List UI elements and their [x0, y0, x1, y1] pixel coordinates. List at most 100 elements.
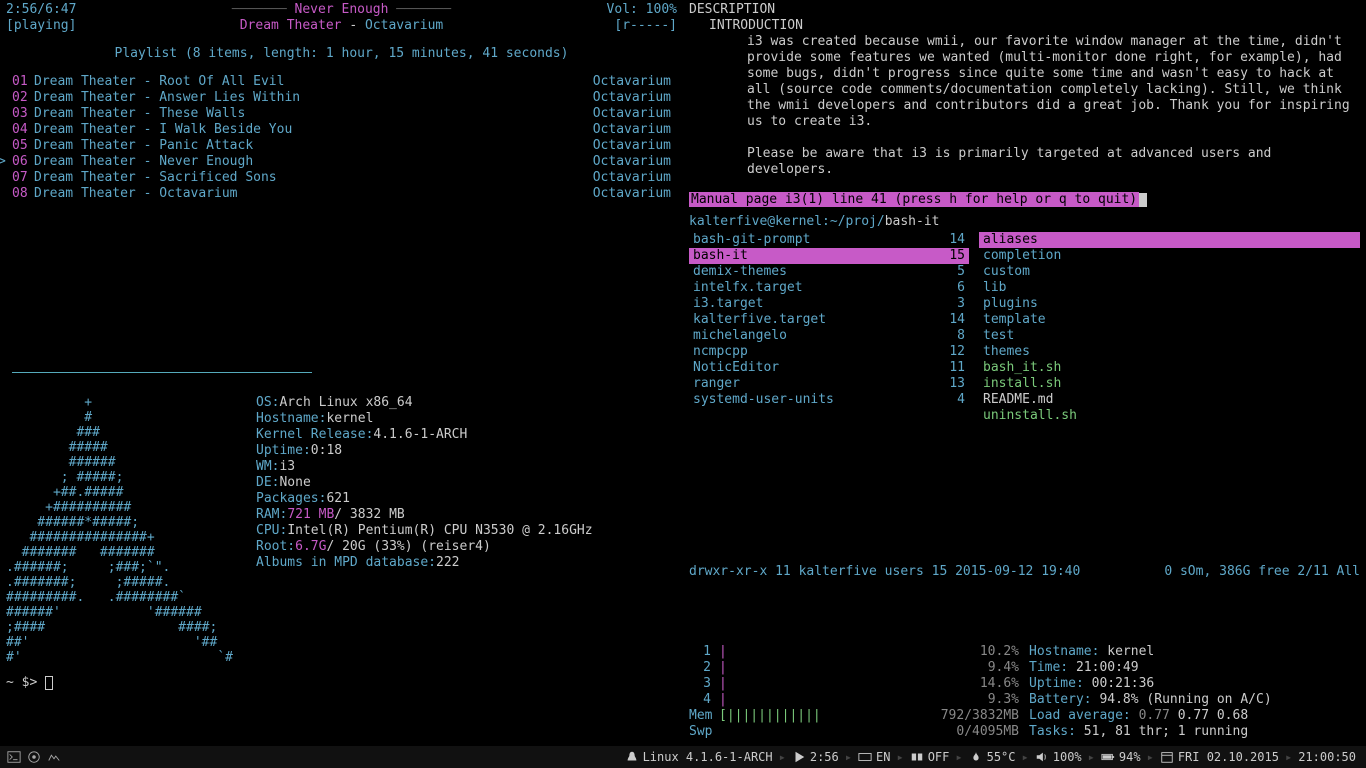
shell-prompt[interactable]: ~ $>: [0, 671, 683, 695]
sysinfo-row: Uptime: 0:18: [256, 443, 677, 459]
manpage-pane[interactable]: DESCRIPTION INTRODUCTION i3 was created …: [683, 0, 1366, 212]
file-manager-pane[interactable]: kalterfive@kernel:~/proj/bash-it bash-gi…: [683, 212, 1366, 638]
sysinfo-row: DE: None: [256, 475, 677, 491]
man-paragraph: Please be aware that i3 is primarily tar…: [747, 146, 1360, 178]
man-section: DESCRIPTION: [689, 2, 1360, 18]
playlist-item[interactable]: 01Dream Theater - Root Of All EvilOctava…: [6, 74, 677, 90]
current-song: Never Enough: [295, 2, 389, 17]
capslock-widget: OFF: [904, 749, 956, 765]
sysinfo-row: Hostname: kernel: [256, 411, 677, 427]
file-row[interactable]: plugins: [979, 296, 1360, 312]
file-row[interactable]: lib: [979, 280, 1360, 296]
file-row[interactable]: bash-it15: [689, 248, 969, 264]
music-player-pane[interactable]: 2:56/6:47 ─────── Never Enough ─────── V…: [0, 0, 683, 375]
file-row[interactable]: aliases: [979, 232, 1360, 248]
htop-pane[interactable]: 1[||||| 10.2%]2[||||| 9.4%]3[|||||| 14.6…: [683, 638, 1366, 746]
keyboard-widget[interactable]: EN: [852, 749, 896, 765]
cursor-icon: [45, 676, 53, 690]
speaker-icon: [1035, 750, 1049, 764]
terminal-tray-icon[interactable]: [6, 749, 22, 765]
sysinfo-pane: + # ### ##### ###### ; #####; +##.##### …: [0, 375, 683, 671]
file-row[interactable]: install.sh: [979, 376, 1360, 392]
cursor-icon: [1139, 193, 1147, 207]
cpu-meter: 4[|||| 9.3%]: [689, 692, 1029, 708]
calendar-icon: [1160, 750, 1174, 764]
flame-icon: [969, 750, 983, 764]
playlist-item[interactable]: 04Dream Theater - I Walk Beside YouOctav…: [6, 122, 677, 138]
status-bar[interactable]: Linux 4.1.6-1-ARCH ▸ 2:56 ▸ EN ▸ OFF ▸ 5…: [0, 746, 1366, 768]
file-row[interactable]: intelfx.target6: [689, 280, 969, 296]
file-row[interactable]: completion: [979, 248, 1360, 264]
app-tray-icon[interactable]: [26, 749, 42, 765]
tux-icon: [625, 750, 639, 764]
file-row[interactable]: README.md: [979, 392, 1360, 408]
man-paragraph: i3 was created because wmii, our favorit…: [747, 34, 1360, 130]
playlist-header: Playlist (8 items, length: 1 hour, 15 mi…: [6, 46, 677, 62]
file-row[interactable]: kalterfive.target14: [689, 312, 969, 328]
kernel-widget: Linux 4.1.6-1-ARCH: [619, 749, 779, 765]
file-row[interactable]: ncmpcpp12: [689, 344, 969, 360]
caps-icon: [910, 750, 924, 764]
ranger-statusline: drwxr-xr-x 11 kalterfive users 15 2015-0…: [689, 564, 1360, 580]
sysinfo-row: Packages: 621: [256, 491, 677, 507]
ranger-path: kalterfive@kernel:~/proj/bash-it: [689, 214, 1360, 230]
file-row[interactable]: systemd-user-units4: [689, 392, 969, 408]
file-row[interactable]: ranger13: [689, 376, 969, 392]
playlist-item[interactable]: 03Dream Theater - These WallsOctavarium: [6, 106, 677, 122]
cpu-meter: 1[||||| 10.2%]: [689, 644, 1029, 660]
sysinfo-row: Albums in MPD database: 222: [256, 555, 677, 571]
file-row[interactable]: michelangelo8: [689, 328, 969, 344]
arch-logo: + # ### ##### ###### ; #####; +##.##### …: [6, 395, 256, 665]
playlist-item[interactable]: 08Dream Theater - OctavariumOctavarium: [6, 186, 677, 202]
file-row[interactable]: NoticEditor11: [689, 360, 969, 376]
playlist[interactable]: 01Dream Theater - Root Of All EvilOctava…: [6, 74, 677, 202]
current-album: Octavarium: [365, 18, 443, 33]
swap-meter: Swp[0/4095MB]: [689, 724, 1029, 740]
keyboard-icon: [858, 750, 872, 764]
file-row[interactable]: i3.target3: [689, 296, 969, 312]
file-row[interactable]: demix-themes5: [689, 264, 969, 280]
sysinfo-row: Kernel Release: 4.1.6-1-ARCH: [256, 427, 677, 443]
clock-widget[interactable]: 21:00:50: [1292, 749, 1362, 765]
music-widget[interactable]: 2:56: [786, 749, 845, 765]
ranger-current-column[interactable]: aliases completion custom lib plugins te…: [979, 232, 1360, 424]
file-row[interactable]: template: [979, 312, 1360, 328]
sysinfo-row: RAM: 721 MB / 3832 MB: [256, 507, 677, 523]
sysinfo-row: OS: Arch Linux x86_64: [256, 395, 677, 411]
playlist-item[interactable]: 06Dream Theater - Never EnoughOctavarium: [6, 154, 677, 170]
temp-widget: 55°C: [963, 749, 1022, 765]
playlist-item[interactable]: 02Dream Theater - Answer Lies WithinOcta…: [6, 90, 677, 106]
cpu-meter: 3[|||||| 14.6%]: [689, 676, 1029, 692]
file-row[interactable]: uninstall.sh: [979, 408, 1360, 424]
htop-stat: Uptime: 00:21:36: [1029, 676, 1360, 692]
htop-stat: Hostname: kernel: [1029, 644, 1360, 660]
file-row[interactable]: bash-git-prompt14: [689, 232, 969, 248]
playlist-item[interactable]: 07Dream Theater - Sacrificed SonsOctavar…: [6, 170, 677, 186]
file-row[interactable]: test: [979, 328, 1360, 344]
htop-stat: Time: 21:00:49: [1029, 660, 1360, 676]
file-row[interactable]: themes: [979, 344, 1360, 360]
mem-meter: Mem[||||||||||||792/3832MB]: [689, 708, 1029, 724]
battery-widget: 94%: [1095, 749, 1147, 765]
battery-icon: [1101, 750, 1115, 764]
file-row[interactable]: bash_it.sh: [979, 360, 1360, 376]
man-statusline: Manual page i3(1) line 41 (press h for h…: [689, 192, 1139, 207]
volume-widget[interactable]: 100%: [1029, 749, 1088, 765]
playlist-item[interactable]: 05Dream Theater - Panic AttackOctavarium: [6, 138, 677, 154]
current-artist: Dream Theater: [240, 18, 342, 33]
file-row[interactable]: custom: [979, 264, 1360, 280]
sysinfo-row: WM: i3: [256, 459, 677, 475]
network-tray-icon[interactable]: [46, 749, 62, 765]
htop-stat: Load average: 0.77 0.77 0.68: [1029, 708, 1360, 724]
progress-bar[interactable]: [12, 372, 312, 373]
sysinfo-row: CPU: Intel(R) Pentium(R) CPU N3530 @ 2.1…: [256, 523, 677, 539]
ranger-parent-column[interactable]: bash-git-prompt14 bash-it15 demix-themes…: [689, 232, 969, 424]
system-tray[interactable]: [4, 749, 64, 765]
play-icon: [792, 750, 806, 764]
sysinfo-row: Root: 6.7G / 20G (33%) (reiser4): [256, 539, 677, 555]
htop-stat: Tasks: 51, 81 thr; 1 running: [1029, 724, 1360, 740]
date-widget[interactable]: FRI 02.10.2015: [1154, 749, 1285, 765]
htop-stat: Battery: 94.8% (Running on A/C): [1029, 692, 1360, 708]
cpu-meter: 2[||||| 9.4%]: [689, 660, 1029, 676]
man-subsection: INTRODUCTION: [709, 18, 1360, 34]
